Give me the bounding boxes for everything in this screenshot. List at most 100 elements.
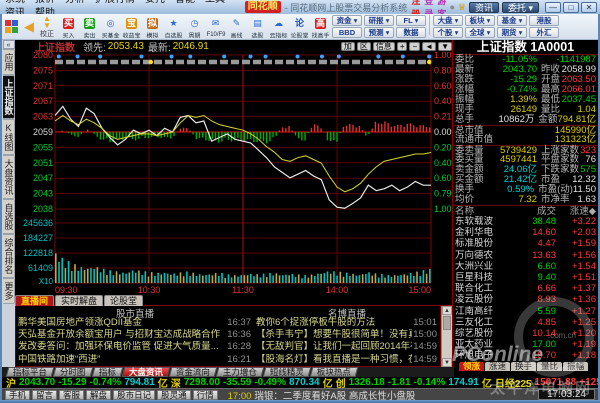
- bottom-tab-4[interactable]: 资金流向: [168, 367, 217, 377]
- back-arrow-icon[interactable]: ◀: [24, 16, 34, 38]
- member-icon[interactable]: ●: [449, 2, 454, 12]
- ranking-row-8[interactable]: 江南高纤5.59+1.27: [453, 306, 598, 317]
- scroll-down-icon[interactable]: ▼: [442, 358, 452, 367]
- menu-item-0[interactable]: 系统: [0, 0, 30, 5]
- broadcast-item[interactable]: 中国铁路加速“西进”16:21: [16, 354, 254, 366]
- sidebar-tab-4[interactable]: 自选股: [3, 199, 15, 234]
- toolbar-button-周期[interactable]: ◷周期: [184, 14, 205, 40]
- dropdown-板块[interactable]: 板块 ▾: [465, 15, 495, 26]
- bottom-tab-7[interactable]: 板块热点: [309, 367, 358, 377]
- ranking-row-12[interactable]: 环旭电子19.70+1.18: [453, 350, 598, 361]
- dropdown-港股[interactable]: 港股: [529, 15, 559, 26]
- sidebar-tab-0[interactable]: 应用: [3, 49, 15, 75]
- sidebar-tab-6[interactable]: 更多: [3, 278, 15, 304]
- minimize-button[interactable]: —: [545, 2, 561, 13]
- toolbar-button-云指标[interactable]: ☁云指标: [268, 14, 289, 40]
- dropdown-预测[interactable]: 预测 ▾: [364, 27, 394, 38]
- mini-tab-0[interactable]: 领涨: [459, 362, 484, 371]
- toolbar-button-卖出[interactable]: 卖卖出: [79, 14, 100, 40]
- broadcast-item[interactable]: 【股海名灯】看我直播是一种习惯，在这里，...14:59: [254, 354, 440, 366]
- dropdown-数据[interactable]: 数据: [396, 27, 426, 38]
- mini-tab-3[interactable]: 量比: [537, 362, 562, 371]
- sidebar-collapse-button[interactable]: «: [3, 40, 15, 49]
- mini-tab-2[interactable]: 换手: [511, 362, 536, 371]
- sidebar-tab-3[interactable]: 大盘资讯: [3, 155, 15, 199]
- menu-item-4[interactable]: 委托: [140, 0, 170, 5]
- broadcast-item[interactable]: 教你6个捉涨停板牛股的方法15:01: [254, 317, 440, 329]
- toolbar-button-收益宝[interactable]: 宝收益宝: [121, 14, 142, 40]
- ranking-table-header[interactable]: 名称成交涨速◆: [453, 205, 598, 216]
- status-button-2[interactable]: 客服: [59, 390, 84, 400]
- status-button-1[interactable]: 留言: [32, 390, 57, 400]
- ranking-header-1[interactable]: 成交: [511, 206, 556, 216]
- chart-button-0[interactable]: 加: [341, 42, 355, 51]
- chart-button-1[interactable]: 区: [357, 42, 371, 51]
- ranking-row-9[interactable]: 三友化工4.85+1.25: [453, 317, 598, 328]
- status-button-0[interactable]: 手机: [5, 390, 30, 400]
- down-arrow-icon[interactable]: ▼: [43, 22, 51, 29]
- correction-stepper[interactable]: ▲ ▼ 校正: [36, 15, 58, 39]
- broadcast-item[interactable]: 天弘基金开放余额宝用户 与招财宝达成战略合作16:36: [16, 329, 254, 341]
- status-button-5[interactable]: 股灵通: [157, 390, 191, 400]
- ranking-row-2[interactable]: 标准股份4.47+1.59: [453, 238, 598, 249]
- mini-tab-4[interactable]: 振幅: [563, 362, 588, 371]
- menu-item-6[interactable]: 工具: [200, 0, 230, 5]
- scroll-up-icon[interactable]: ▲: [442, 306, 452, 315]
- ranking-row-3[interactable]: 万向德农13.63+1.56: [453, 250, 598, 261]
- sidebar-tab-2[interactable]: K线图: [3, 119, 15, 155]
- dropdown-BBD[interactable]: BBD: [332, 27, 362, 38]
- ranking-row-4[interactable]: 大洲兴业6.60+1.54: [453, 261, 598, 272]
- ranking-row-11[interactable]: 亚太药业17.00+1.19: [453, 339, 598, 350]
- titlebar-button-1[interactable]: 委托 ▾: [502, 2, 539, 13]
- close-button[interactable]: ✕: [581, 2, 597, 13]
- maximize-button[interactable]: □: [563, 2, 579, 13]
- toolbar-button-找高手[interactable]: 高找高手: [310, 14, 331, 40]
- dropdown-个股[interactable]: 个股 ▾: [433, 27, 463, 38]
- bottom-tab-5[interactable]: 主力增仓: [215, 367, 264, 377]
- toolbar-button-选股[interactable]: ▤选股: [247, 14, 268, 40]
- bottom-tab-0[interactable]: 指标平台: [6, 367, 55, 377]
- sidebar-tab-5[interactable]: 综合排名: [3, 234, 15, 278]
- dropdown-基金[interactable]: 基金 ▾: [497, 15, 527, 26]
- ranking-row-5[interactable]: 巨星科技9.40+1.51: [453, 272, 598, 283]
- scroll-thumb[interactable]: [443, 316, 451, 330]
- broadcast-item[interactable]: 【杀手韦宁】想要牛股很简单！没有真正的股...15:00: [254, 329, 440, 341]
- dropdown-资金[interactable]: 资金 ▾: [332, 15, 362, 26]
- chart-button-2[interactable]: 信息: [373, 42, 395, 51]
- broadcast-tab-0[interactable]: 直播间: [15, 295, 54, 306]
- ranking-header-0[interactable]: 名称: [455, 206, 511, 216]
- toolbar-button-自选股[interactable]: ★自选股: [163, 14, 184, 40]
- titlebar-button-0[interactable]: 资讯: [469, 2, 499, 13]
- dropdown-大盘[interactable]: 大盘 ▾: [433, 15, 463, 26]
- chart-button-4[interactable]: −: [409, 42, 420, 51]
- status-button-3[interactable]: 解盘: [86, 390, 111, 400]
- dropdown-全球[interactable]: 全球 ▾: [465, 27, 495, 38]
- mini-tab-1[interactable]: 涨速: [485, 362, 510, 371]
- status-button-6[interactable]: 行情: [193, 390, 218, 400]
- sidebar-tab-1[interactable]: 上证指数: [3, 75, 15, 119]
- menu-item-5[interactable]: 智能: [170, 0, 200, 5]
- bottom-tab-3[interactable]: 大盘资讯: [121, 367, 170, 377]
- vip-crown-icon[interactable]: ♛: [458, 2, 466, 13]
- intraday-chart[interactable]: 2080207520712067206320592055205120472043…: [15, 52, 452, 295]
- bottom-tab-1[interactable]: 分时图: [53, 367, 93, 377]
- ranking-header-2[interactable]: 涨速◆: [556, 206, 596, 216]
- ranking-row-1[interactable]: 金利华电14.60+2.03: [453, 227, 598, 238]
- toolbar-button-画线[interactable]: ✎画线: [226, 14, 247, 40]
- chart-button-3[interactable]: +: [397, 42, 408, 51]
- toolbar-button-买基金[interactable]: ◎买基金: [100, 14, 121, 40]
- broadcast-item[interactable]: 【无敌判官】让我们一起回顾2014年初的辉煌战...14:59: [254, 341, 440, 353]
- ranking-row-6[interactable]: 联合化工6.66+1.37: [453, 283, 598, 294]
- broadcast-tab-1[interactable]: 实时解盘: [55, 295, 103, 306]
- ranking-row-10[interactable]: 综艺股份10.14+1.20: [453, 328, 598, 339]
- dropdown-外汇[interactable]: 外汇: [529, 27, 559, 38]
- chart-button-5[interactable]: ◄: [422, 42, 436, 51]
- broadcast-item[interactable]: 鹏华美国房地产领涨QDII基金16:37: [16, 317, 254, 329]
- ranking-row-7[interactable]: 凌云股份8.93+1.36: [453, 294, 598, 305]
- dropdown-期货[interactable]: 期货 ▾: [497, 27, 527, 38]
- toolbar-button-论股堂[interactable]: 论论股堂: [289, 14, 310, 40]
- chart-button-6[interactable]: ▼: [438, 42, 452, 51]
- bottom-tab-2[interactable]: 指标: [91, 367, 123, 377]
- menu-item-1[interactable]: 报价: [30, 0, 60, 5]
- dropdown-FL[interactable]: FL ▾: [396, 15, 426, 26]
